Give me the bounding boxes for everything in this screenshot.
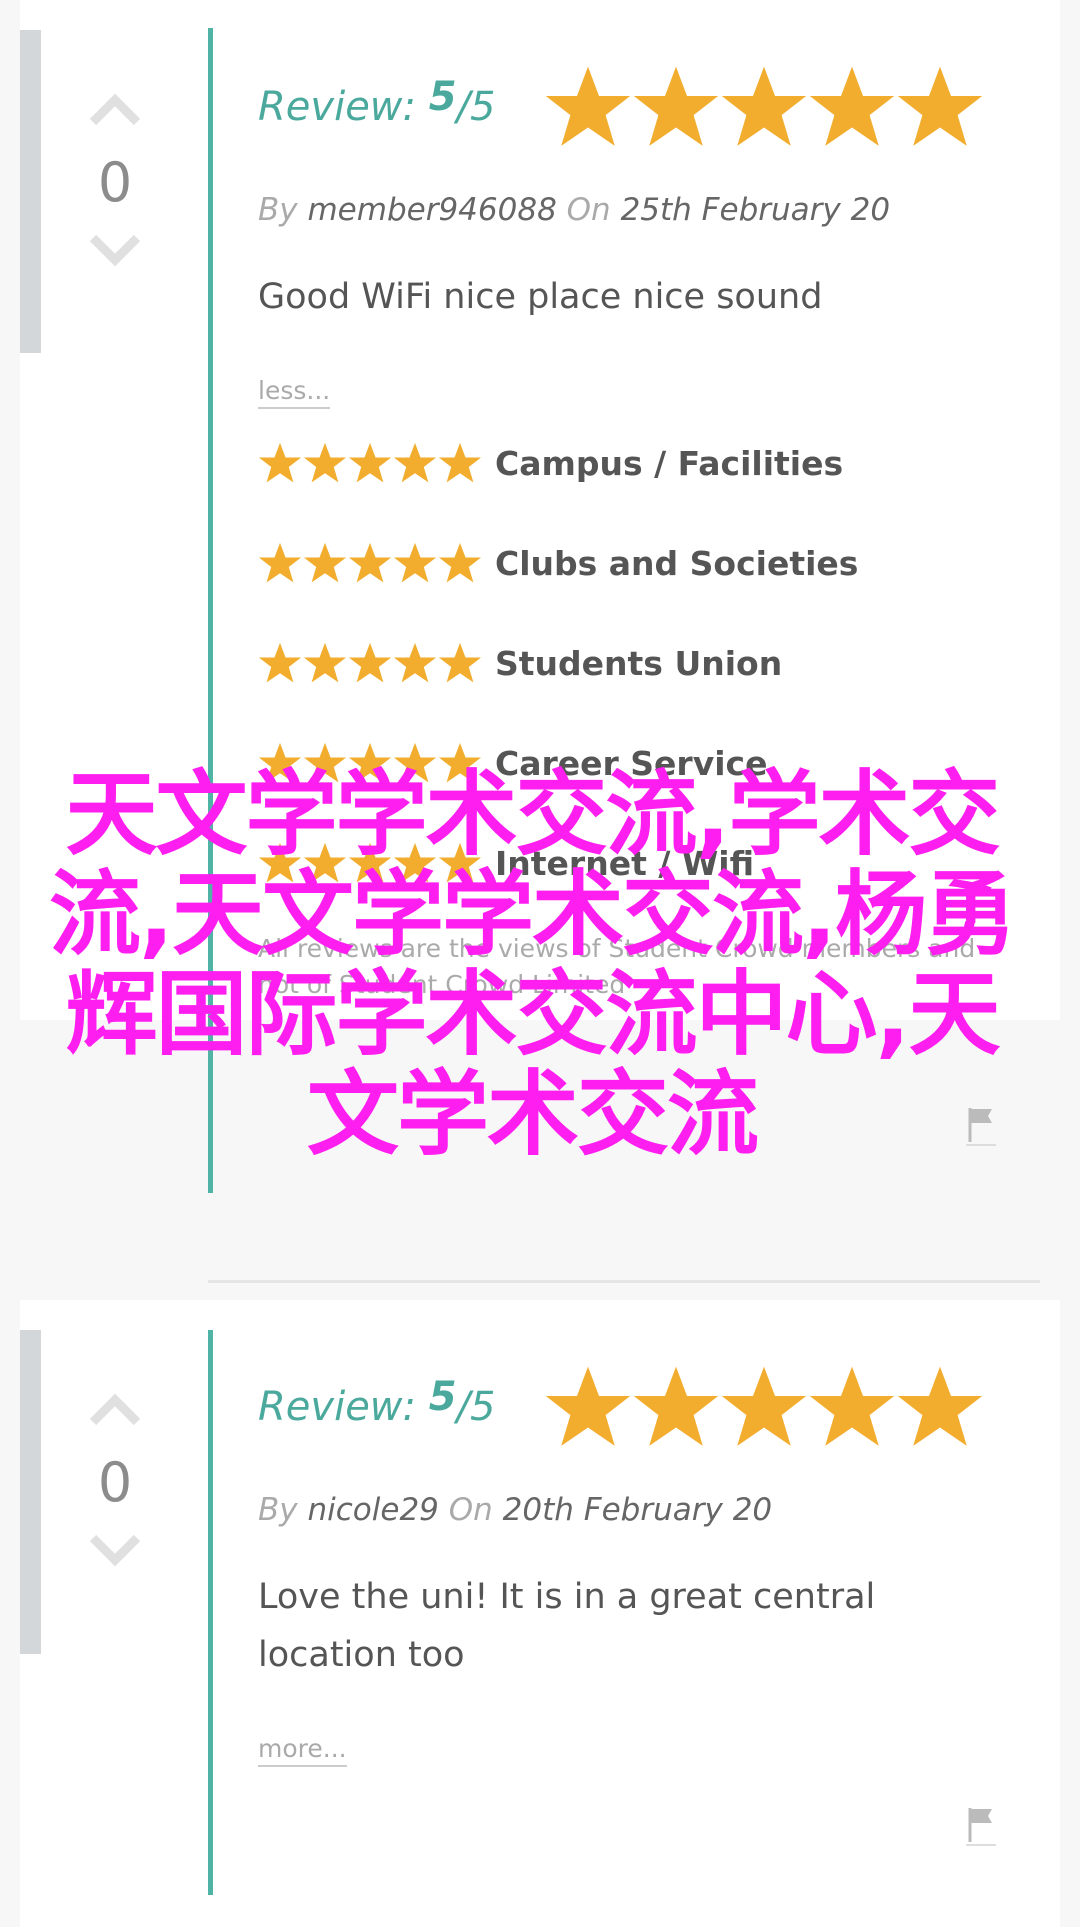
category-row: Clubs and Societies bbox=[258, 513, 998, 613]
score-value: 5 bbox=[428, 1374, 457, 1420]
review-author[interactable]: member946088 bbox=[307, 192, 556, 228]
review-score: Review: 5/5 bbox=[258, 1374, 496, 1430]
star-icon bbox=[303, 442, 347, 483]
review-header: Review: 5/5 bbox=[258, 1362, 998, 1452]
vote-count: 0 bbox=[97, 1451, 133, 1514]
chevron-down-icon[interactable] bbox=[85, 1530, 145, 1570]
star-icon bbox=[438, 542, 482, 583]
review-header: Review: 5/5 bbox=[258, 62, 998, 152]
on-label: On bbox=[448, 1492, 493, 1528]
by-label: By bbox=[258, 192, 298, 228]
star-icon bbox=[633, 1366, 718, 1446]
star-icon bbox=[633, 66, 718, 146]
review-score: Review: 5/5 bbox=[258, 74, 496, 130]
review-divider bbox=[208, 1280, 1040, 1283]
category-label: Campus / Facilities bbox=[495, 443, 844, 483]
category-label: Clubs and Societies bbox=[495, 543, 859, 583]
chevron-down-icon[interactable] bbox=[85, 230, 145, 270]
review-byline: By member946088 On 25th February 20 bbox=[258, 192, 998, 228]
star-icon bbox=[393, 642, 437, 683]
review-date: 20th February 20 bbox=[502, 1492, 773, 1528]
review-text: Good WiFi nice place nice sound bbox=[258, 277, 823, 317]
review-author[interactable]: nicole29 bbox=[307, 1492, 438, 1528]
review-date: 25th February 20 bbox=[620, 192, 891, 228]
star-icon bbox=[545, 66, 630, 146]
vote-control: 0 bbox=[70, 90, 160, 270]
star-icon bbox=[303, 642, 347, 683]
star-icon bbox=[348, 542, 392, 583]
review-body: Review: 5/5 By nicole29 On 20th February… bbox=[258, 1362, 998, 1767]
less-link[interactable]: less... bbox=[258, 376, 331, 409]
score-value: 5 bbox=[428, 74, 457, 120]
review-byline: By nicole29 On 20th February 20 bbox=[258, 1492, 998, 1528]
score-max: /5 bbox=[456, 1384, 496, 1430]
star-icon bbox=[897, 1366, 982, 1446]
review-label: Review: bbox=[258, 1384, 416, 1430]
category-stars bbox=[258, 541, 483, 585]
category-row: Campus / Facilities bbox=[258, 413, 998, 513]
star-icon bbox=[809, 66, 894, 146]
chevron-up-icon[interactable] bbox=[85, 1390, 145, 1430]
vote-bar bbox=[20, 30, 41, 353]
flag-icon[interactable] bbox=[966, 1806, 996, 1846]
review-label: Review: bbox=[258, 84, 416, 130]
vote-bar bbox=[20, 1330, 41, 1654]
star-icon bbox=[348, 642, 392, 683]
vote-control: 0 bbox=[70, 1390, 160, 1570]
star-icon bbox=[721, 66, 806, 146]
overall-rating-stars bbox=[544, 1363, 984, 1451]
star-icon bbox=[438, 642, 482, 683]
review-text: Love the uni! It is in a great central l… bbox=[258, 1577, 876, 1675]
on-label: On bbox=[566, 192, 611, 228]
star-icon bbox=[393, 442, 437, 483]
star-icon bbox=[258, 542, 302, 583]
star-icon bbox=[393, 542, 437, 583]
chevron-up-icon[interactable] bbox=[85, 90, 145, 130]
star-icon bbox=[348, 442, 392, 483]
vote-count: 0 bbox=[97, 151, 133, 214]
star-icon bbox=[897, 66, 982, 146]
star-icon bbox=[545, 1366, 630, 1446]
category-stars bbox=[258, 641, 483, 685]
star-icon bbox=[809, 1366, 894, 1446]
watermark-overlay: 天文学学术交流,学术交流,天文学学术交流,杨勇辉国际学术交流中心,天文学术交流 bbox=[49, 761, 1017, 1168]
category-row: Students Union bbox=[258, 613, 998, 713]
category-label: Students Union bbox=[495, 643, 783, 683]
more-link[interactable]: more... bbox=[258, 1734, 347, 1767]
by-label: By bbox=[258, 1492, 298, 1528]
category-stars bbox=[258, 441, 483, 485]
star-icon bbox=[258, 642, 302, 683]
star-icon bbox=[258, 442, 302, 483]
star-icon bbox=[303, 542, 347, 583]
overall-rating-stars bbox=[544, 63, 984, 151]
review-accent-line bbox=[208, 1330, 213, 1895]
score-max: /5 bbox=[456, 84, 496, 130]
star-icon bbox=[721, 1366, 806, 1446]
star-icon bbox=[438, 442, 482, 483]
